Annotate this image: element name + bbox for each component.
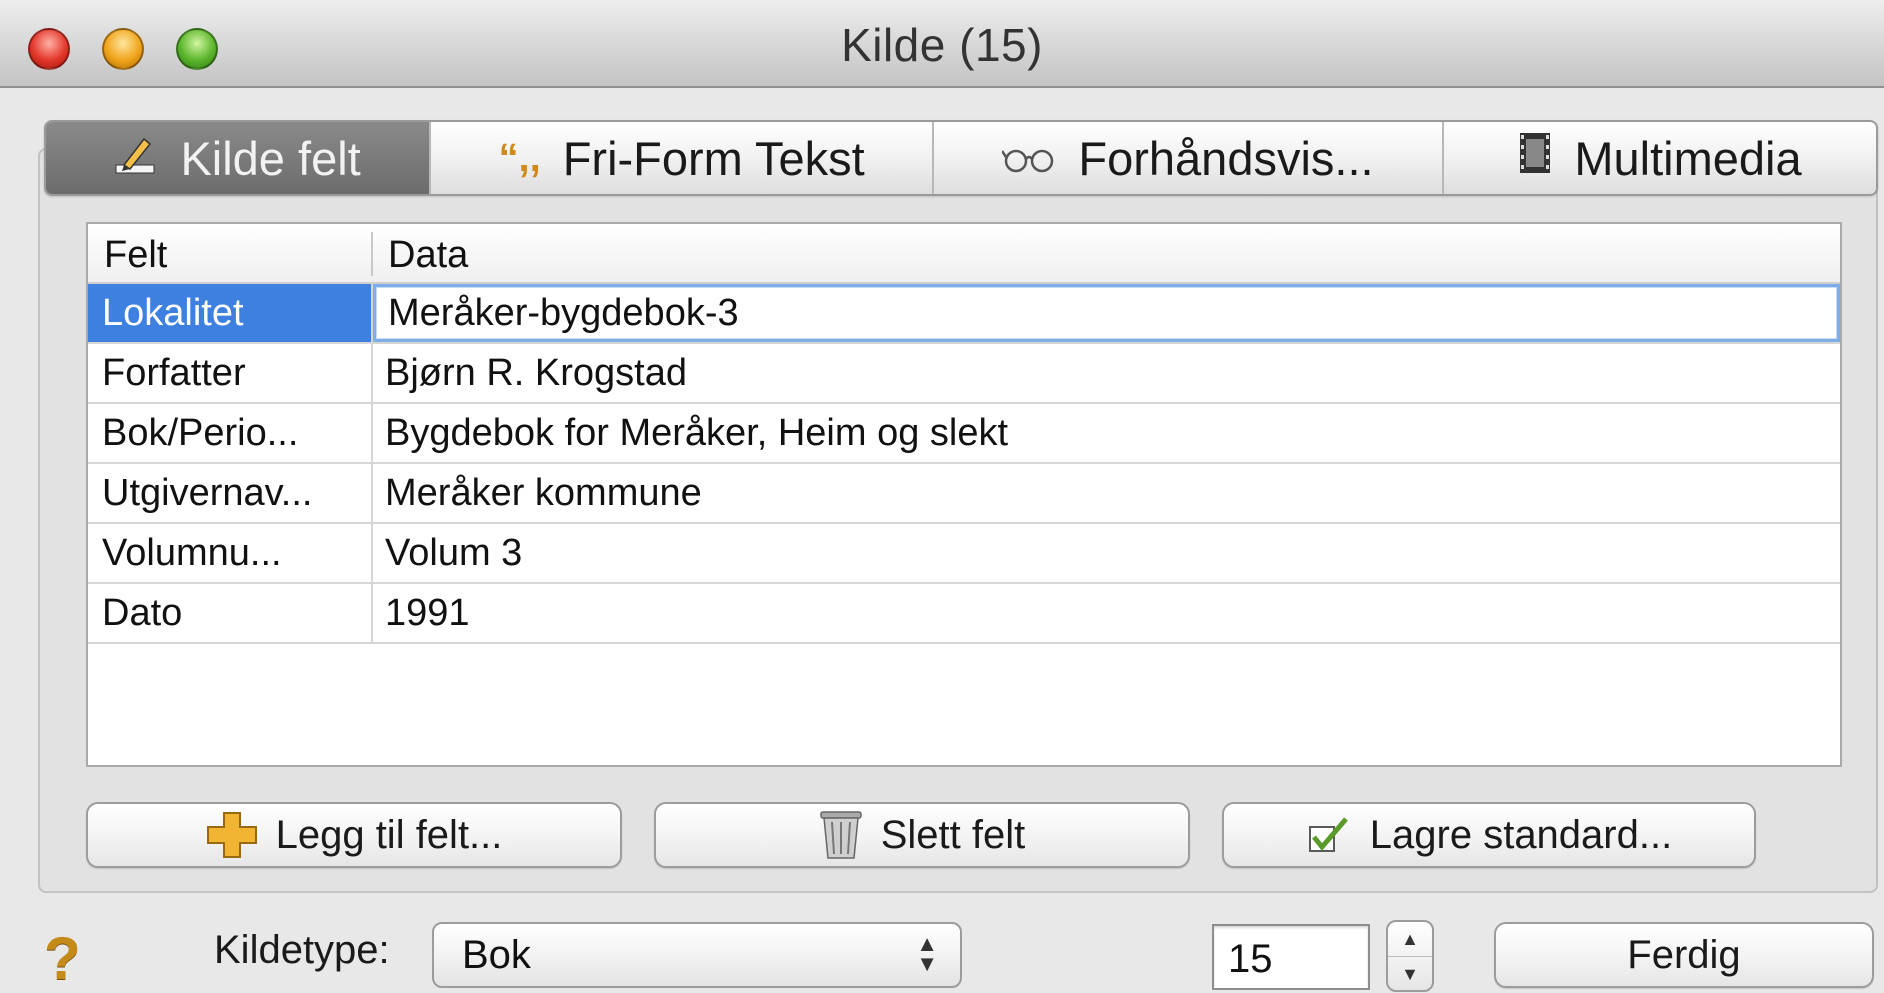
tab-forhandsvis[interactable]: Forhåndsvis... — [934, 122, 1444, 194]
table-row[interactable]: Dato 1991 — [88, 584, 1840, 644]
save-default-label: Lagre standard... — [1369, 812, 1673, 857]
column-divider[interactable] — [371, 232, 373, 276]
field-name-cell[interactable]: Bok/Perio... — [88, 404, 371, 462]
quote-icon: “,, — [498, 135, 541, 180]
field-name-cell[interactable]: Lokalitet — [88, 284, 371, 342]
tab-label: Multimedia — [1574, 131, 1802, 185]
tab-label: Fri-Form Tekst — [562, 131, 865, 185]
tab-bar: Kilde felt “,, Fri-Form Tekst Forhåndsvi… — [44, 120, 1878, 196]
field-name-cell[interactable]: Dato — [88, 584, 371, 642]
field-value-cell[interactable]: Meråker kommune — [373, 464, 1840, 522]
trash-icon — [819, 810, 863, 860]
delete-field-label: Slett felt — [880, 812, 1026, 857]
plus-icon — [206, 811, 258, 859]
field-value-cell[interactable]: Volum 3 — [373, 524, 1840, 582]
field-value-cell[interactable]: Bygdebok for Meråker, Heim og slekt — [373, 404, 1840, 462]
source-type-label: Kildetype: — [214, 928, 390, 972]
add-field-label: Legg til felt... — [275, 812, 503, 857]
table-row[interactable]: Bok/Perio... Bygdebok for Meråker, Heim … — [88, 404, 1840, 464]
source-fields-table: Felt Data Lokalitet Meråker-bygdebok-3 F… — [86, 222, 1842, 767]
tab-fri-form-tekst[interactable]: “,, Fri-Form Tekst — [431, 122, 935, 194]
delete-field-button[interactable]: Slett felt — [654, 802, 1190, 868]
window-title: Kilde (15) — [841, 19, 1043, 71]
column-header-felt[interactable]: Felt — [104, 234, 167, 277]
source-window: Kilde (15) Kilde felt “,, Fri-Form Tekst — [0, 0, 1884, 993]
field-value-cell[interactable]: Bjørn R. Krogstad — [373, 344, 1840, 402]
glasses-icon — [1001, 131, 1056, 186]
table-row[interactable]: Forfatter Bjørn R. Krogstad — [88, 344, 1840, 404]
tab-multimedia[interactable]: Multimedia — [1444, 122, 1876, 194]
tab-label: Kilde felt — [180, 131, 361, 185]
table-row[interactable]: Utgivernav... Meråker kommune — [88, 464, 1840, 524]
column-header-data[interactable]: Data — [388, 234, 468, 277]
checkbox-check-icon — [1306, 815, 1352, 855]
source-type-value: Bok — [462, 933, 531, 977]
stepper-up-icon[interactable]: ▲ — [1388, 922, 1432, 957]
field-name-cell[interactable]: Forfatter — [88, 344, 371, 402]
tab-kilde-felt[interactable]: Kilde felt — [46, 122, 432, 194]
table-header: Felt Data — [88, 224, 1840, 284]
add-field-button[interactable]: Legg til felt... — [86, 802, 622, 868]
pencil-icon — [114, 131, 158, 186]
field-name-cell[interactable]: Volumnu... — [88, 524, 371, 582]
source-type-select[interactable]: Bok ▲ ▼ — [432, 922, 962, 988]
tab-label: Forhåndsvis... — [1078, 131, 1374, 185]
updown-arrows-icon: ▲ ▼ — [916, 931, 938, 976]
table-row[interactable]: Volumnu... Volum 3 — [88, 524, 1840, 584]
number-field[interactable]: 15 — [1212, 924, 1370, 990]
field-value-cell[interactable]: 1991 — [373, 584, 1840, 642]
number-stepper[interactable]: ▲ ▼ — [1386, 920, 1434, 992]
field-name-cell[interactable]: Utgivernav... — [88, 464, 371, 522]
done-button[interactable]: Ferdig — [1494, 922, 1874, 988]
stepper-down-icon[interactable]: ▼ — [1388, 957, 1432, 991]
film-icon — [1518, 131, 1552, 186]
help-button[interactable]: ? — [44, 924, 81, 993]
table-row[interactable]: Lokalitet Meråker-bygdebok-3 — [88, 284, 1840, 344]
field-value-cell[interactable]: Meråker-bygdebok-3 — [373, 284, 1840, 342]
title-bar[interactable]: Kilde (15) — [0, 0, 1884, 88]
save-default-button[interactable]: Lagre standard... — [1222, 802, 1756, 868]
done-label: Ferdig — [1627, 932, 1741, 977]
